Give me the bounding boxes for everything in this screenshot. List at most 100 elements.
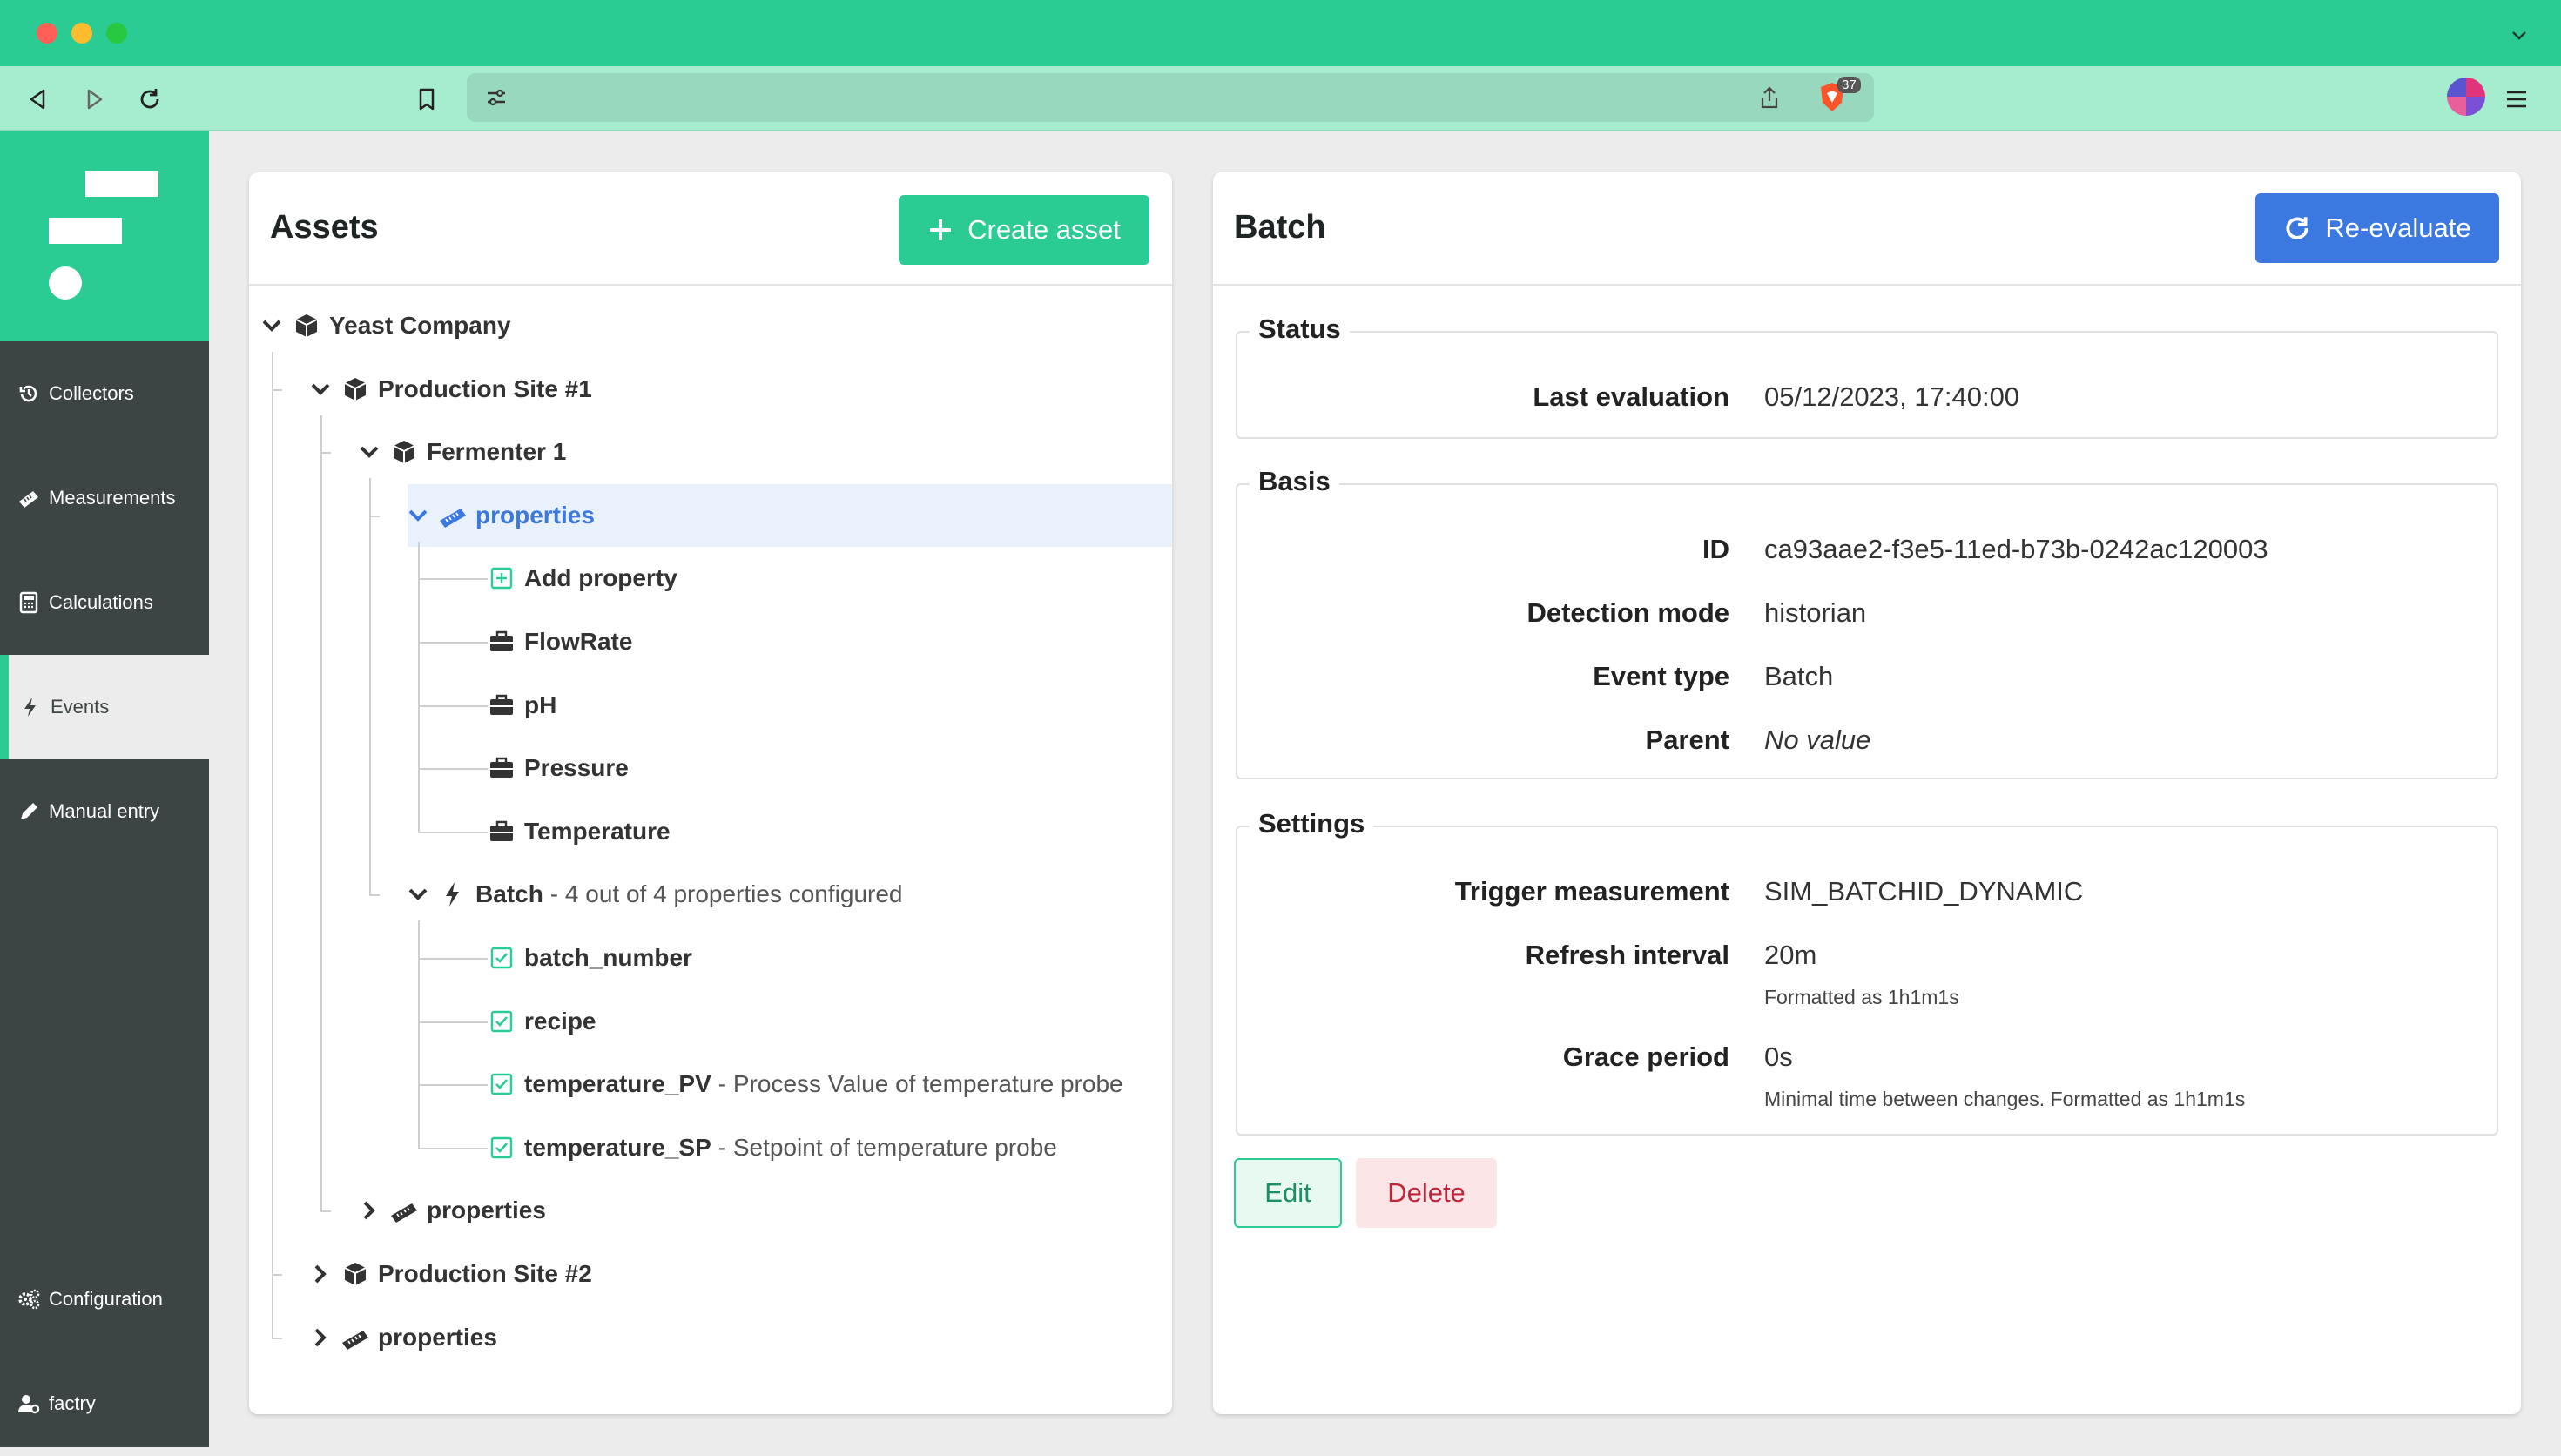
refresh-interval-label: Refresh interval bbox=[1525, 940, 1729, 970]
toolbox-icon bbox=[490, 630, 513, 651]
sidebar-item-manual-entry[interactable]: Manual entry bbox=[0, 759, 209, 864]
tree-node-flowrate[interactable]: FlowRate bbox=[488, 616, 632, 668]
tree-node-yeast-company[interactable]: Yeast Company bbox=[258, 300, 511, 352]
bookmark-icon[interactable] bbox=[411, 84, 442, 115]
tree-node-batch-number[interactable]: batch_number bbox=[488, 932, 692, 984]
tree-node-description: - Process Value of temperature probe bbox=[718, 1070, 1123, 1098]
minimize-window-button[interactable] bbox=[71, 23, 92, 44]
tree-node-ph[interactable]: pH bbox=[488, 679, 556, 731]
delete-label: Delete bbox=[1387, 1177, 1466, 1208]
tree-node-production-site-2[interactable]: Production Site #2 bbox=[307, 1248, 592, 1300]
tree-connector bbox=[418, 541, 420, 832]
tree-node-production-site-1[interactable]: Production Site #1 bbox=[307, 363, 592, 415]
tree-node-recipe[interactable]: recipe bbox=[488, 995, 596, 1048]
tree-node-label: Temperature bbox=[524, 817, 671, 845]
toolbox-icon bbox=[490, 694, 513, 715]
tree-node-label: FlowRate bbox=[524, 628, 633, 655]
ruler-icon bbox=[440, 508, 466, 528]
trigger-measurement-value: SIM_BATCHID_DYNAMIC bbox=[1764, 876, 2084, 907]
menu-icon[interactable] bbox=[2501, 84, 2532, 115]
grace-period-value: 0s bbox=[1764, 1041, 1793, 1072]
user-gear-icon bbox=[18, 1395, 40, 1414]
chevron-right-icon[interactable] bbox=[307, 1324, 334, 1352]
pen-icon bbox=[21, 803, 37, 819]
window-titlebar bbox=[0, 0, 2561, 66]
address-bar[interactable]: 37 bbox=[467, 73, 1874, 122]
sidebar-item-label: Manual entry bbox=[49, 800, 160, 822]
tree-node-temperature[interactable]: Temperature bbox=[488, 806, 671, 858]
chevron-down-icon[interactable] bbox=[404, 880, 432, 908]
sidebar-item-user[interactable]: factry bbox=[0, 1352, 209, 1456]
tree-connector bbox=[369, 894, 380, 897]
assets-panel: Assets Create asset Yeast Company Product… bbox=[249, 172, 1172, 1414]
sidebar-item-label: Collectors bbox=[49, 382, 134, 404]
close-window-button[interactable] bbox=[37, 23, 57, 44]
check-square-icon bbox=[490, 1136, 513, 1158]
chevron-down-icon[interactable] bbox=[355, 438, 383, 466]
sidebar-item-label: Configuration bbox=[49, 1288, 163, 1310]
status-legend: Status bbox=[1250, 313, 1350, 345]
tree-node-temperature-sp[interactable]: temperature_SP - Setpoint of temperature … bbox=[488, 1122, 1057, 1174]
tree-connector bbox=[320, 1210, 331, 1213]
chevron-down-icon[interactable] bbox=[307, 375, 334, 403]
back-icon[interactable] bbox=[23, 84, 54, 115]
sidebar-item-configuration[interactable]: Configuration bbox=[0, 1247, 209, 1352]
app-logo[interactable] bbox=[0, 131, 209, 341]
edit-button[interactable]: Edit bbox=[1234, 1158, 1342, 1228]
last-evaluation-value: 05/12/2023, 17:40:00 bbox=[1764, 381, 2020, 412]
forward-icon[interactable] bbox=[78, 84, 110, 115]
event-detail-panel: Batch Re-evaluate Status Last evaluation… bbox=[1213, 172, 2521, 1414]
brave-shield-icon[interactable]: 37 bbox=[1815, 77, 1863, 117]
plus-square-icon bbox=[490, 568, 513, 590]
chevron-down-icon[interactable] bbox=[404, 502, 432, 529]
tree-connector bbox=[369, 478, 371, 895]
tree-connector bbox=[418, 1084, 488, 1087]
site-settings-icon[interactable] bbox=[482, 84, 510, 111]
tree-node-temperature-pv[interactable]: temperature_PV - Process Value of tempera… bbox=[488, 1058, 1123, 1110]
tree-node-label: batch_number bbox=[524, 944, 692, 971]
cube-icon bbox=[344, 1263, 367, 1285]
create-asset-button[interactable]: Create asset bbox=[899, 195, 1149, 265]
reload-icon[interactable] bbox=[134, 84, 165, 115]
tree-node-properties[interactable]: properties bbox=[307, 1311, 497, 1364]
parent-value: No value bbox=[1764, 725, 1871, 755]
tree-node-batch[interactable]: Batch - 4 out of 4 properties configured bbox=[404, 868, 902, 920]
sidebar-item-calculations[interactable]: Calculations bbox=[0, 550, 209, 655]
zoom-window-button[interactable] bbox=[106, 23, 127, 44]
tree-node-label: Production Site #1 bbox=[378, 374, 592, 402]
grace-period-hint: Minimal time between changes. Formatted … bbox=[1764, 1088, 2246, 1110]
tree-node-add-property[interactable]: Add property bbox=[488, 552, 677, 604]
grace-period-label: Grace period bbox=[1562, 1041, 1729, 1072]
cube-icon bbox=[393, 441, 415, 464]
tree-node-description: - Setpoint of temperature probe bbox=[718, 1133, 1057, 1161]
chevron-down-icon[interactable] bbox=[258, 312, 286, 340]
share-icon[interactable] bbox=[1756, 84, 1783, 111]
tree-connector bbox=[418, 768, 488, 771]
sidebar-item-collectors[interactable]: Collectors bbox=[0, 341, 209, 446]
event-type-label: Event type bbox=[1593, 661, 1729, 691]
gears-icon bbox=[18, 1289, 40, 1310]
tree-node-label: properties bbox=[427, 1196, 546, 1224]
sidebar-item-label: Events bbox=[51, 696, 110, 718]
chevron-down-icon[interactable] bbox=[2509, 24, 2530, 45]
id-label: ID bbox=[1702, 534, 1729, 564]
tree-node-pressure[interactable]: Pressure bbox=[488, 742, 629, 794]
tree-node-properties[interactable]: properties bbox=[355, 1184, 546, 1237]
tree-node-properties[interactable]: properties bbox=[404, 489, 595, 542]
sidebar-item-events[interactable]: Events bbox=[0, 655, 209, 759]
chevron-right-icon[interactable] bbox=[355, 1196, 383, 1224]
profile-avatar[interactable] bbox=[2447, 78, 2485, 116]
refresh-interval-hint: Formatted as 1h1m1s bbox=[1764, 986, 1959, 1008]
tree-node-label: Batch bbox=[475, 880, 543, 908]
sidebar-item-measurements[interactable]: Measurements bbox=[0, 446, 209, 550]
re-evaluate-button[interactable]: Re-evaluate bbox=[2255, 193, 2499, 263]
sidebar-item-label: Calculations bbox=[49, 591, 153, 613]
ruler-icon bbox=[19, 491, 38, 508]
bolt-icon bbox=[24, 698, 36, 717]
tree-connector bbox=[272, 1337, 282, 1339]
toolbox-icon bbox=[490, 757, 513, 779]
delete-button[interactable]: Delete bbox=[1356, 1158, 1497, 1228]
chevron-right-icon[interactable] bbox=[307, 1260, 334, 1288]
tree-node-fermenter-1[interactable]: Fermenter 1 bbox=[355, 426, 566, 478]
event-type-value: Batch bbox=[1764, 661, 1834, 691]
